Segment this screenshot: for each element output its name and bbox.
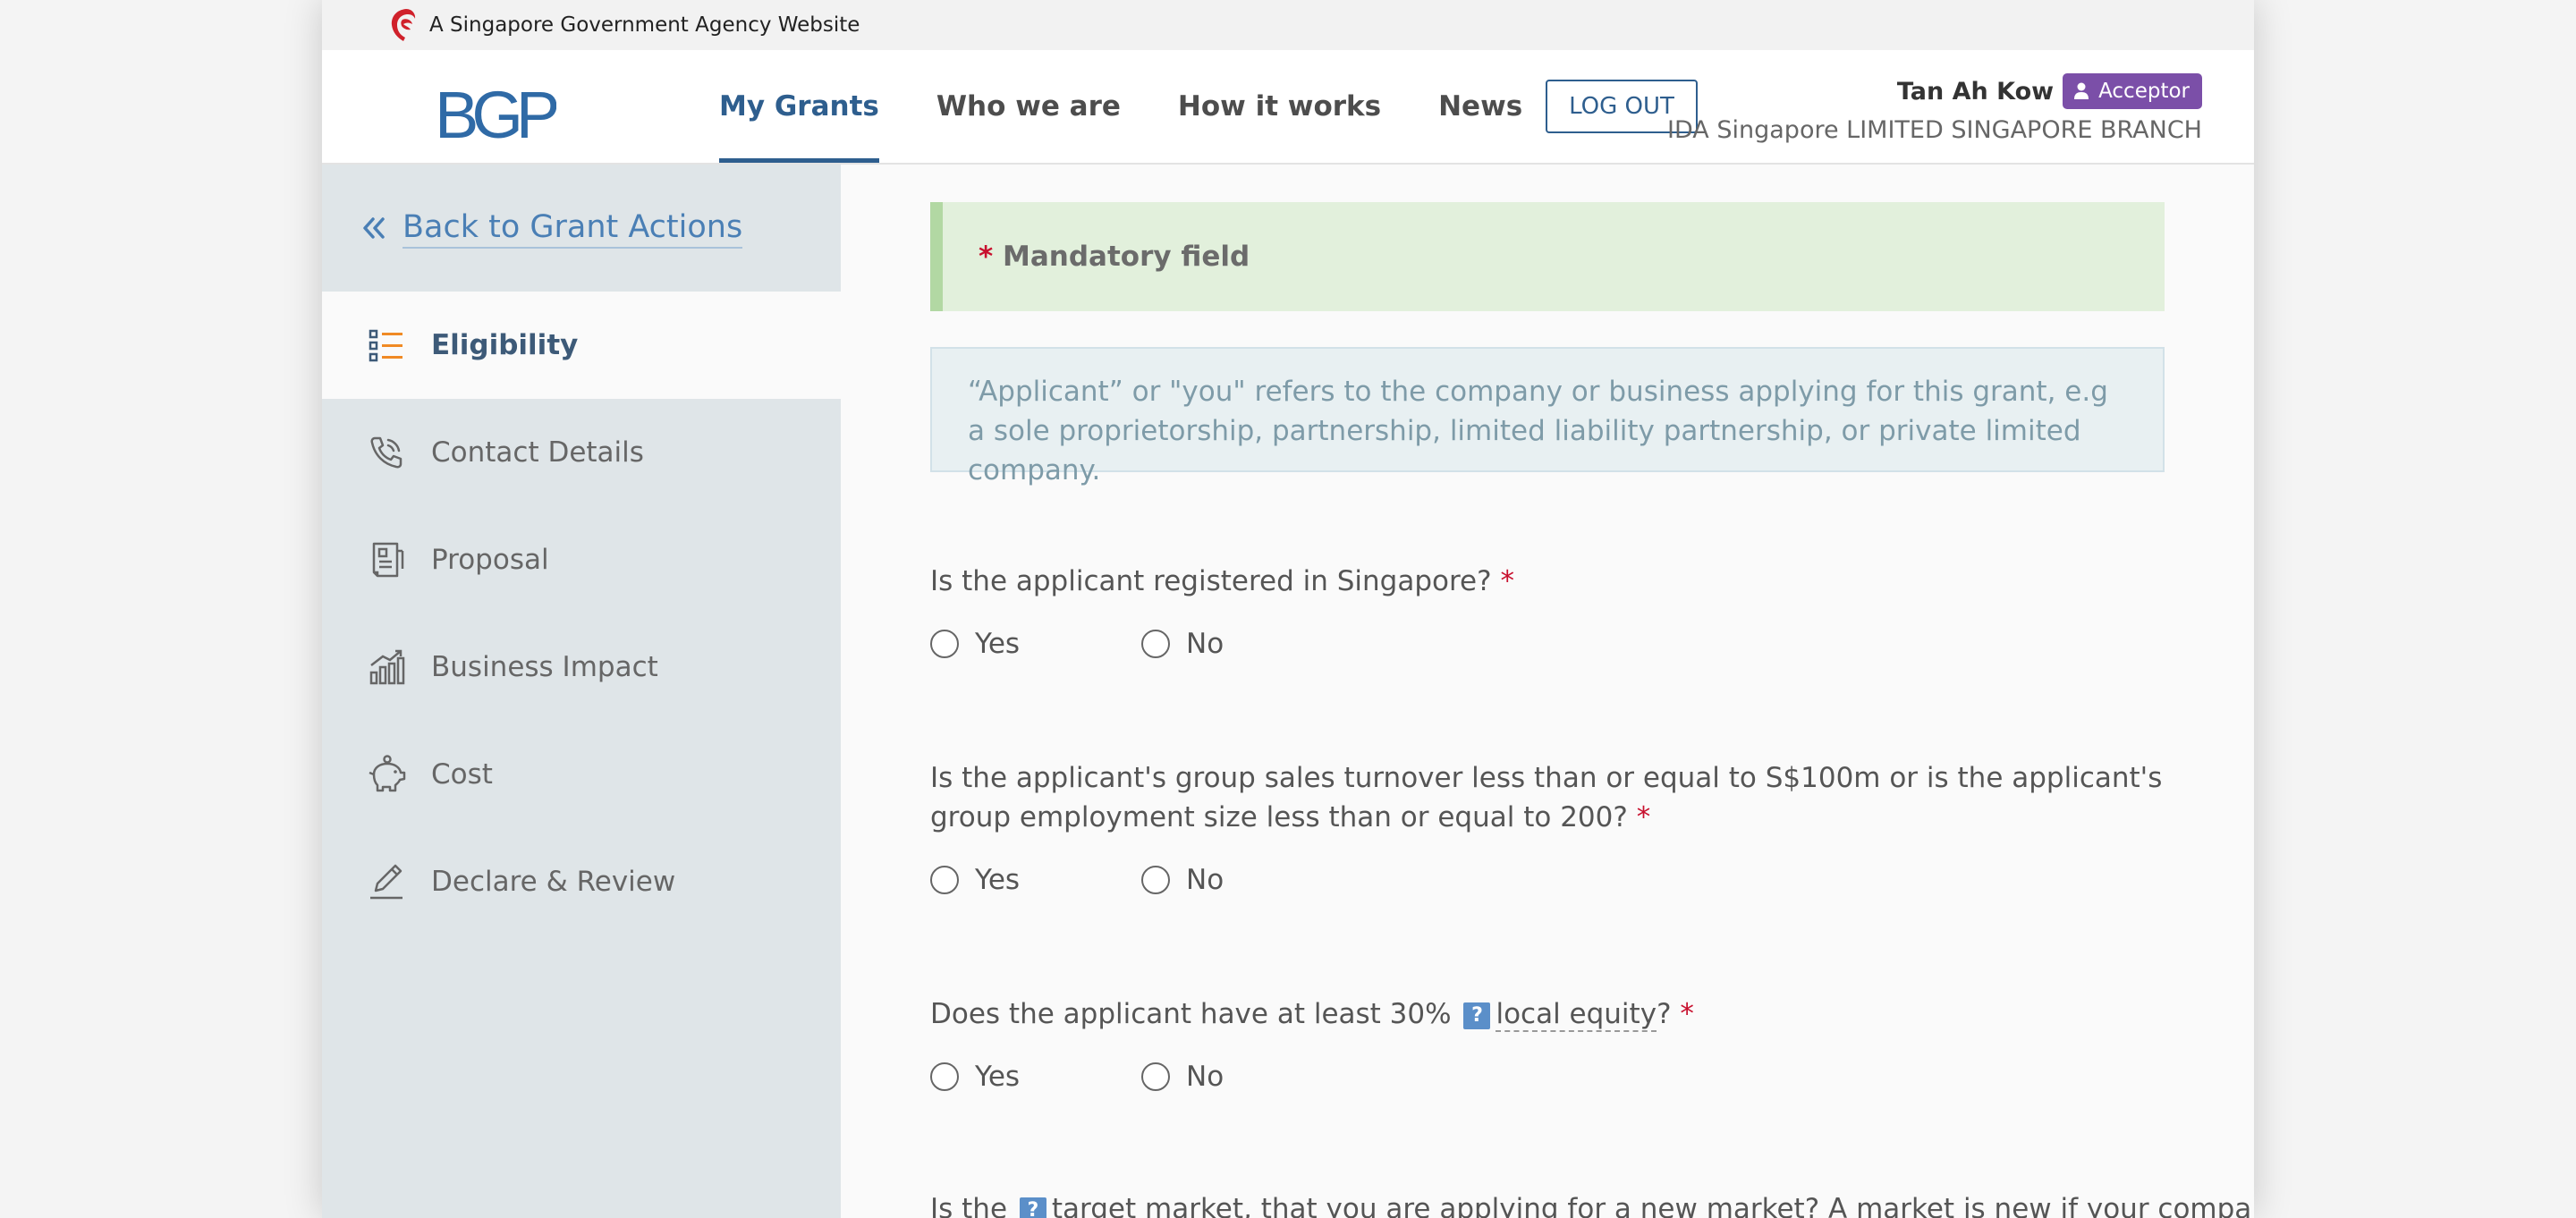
radio-yes[interactable]: Yes — [930, 628, 1141, 660]
double-chevron-left-icon — [363, 217, 385, 239]
question-label: Is the — [930, 1193, 1008, 1218]
radio-circle[interactable] — [930, 1062, 959, 1091]
masthead-text: A Singapore Government Agency Website — [429, 13, 860, 37]
user-name: Tan Ah Kow — [1896, 77, 2055, 106]
question-registered-in-singapore: Is the applicant registered in Singapore… — [930, 562, 2165, 660]
radio-yes[interactable]: Yes — [930, 1061, 1141, 1093]
radio-label: No — [1186, 628, 1224, 660]
radio-label: No — [1186, 864, 1224, 896]
nav-news[interactable]: News — [1438, 50, 1522, 163]
question-text: Is the applicant's group sales turnover … — [930, 758, 2165, 837]
user-info: Tan Ah Kow Acceptor IDA Singapore LIMITE… — [1667, 73, 2202, 144]
radio-label: Yes — [975, 1061, 1021, 1093]
role-badge: Acceptor — [2063, 73, 2202, 109]
back-label: Back to Grant Actions — [402, 207, 743, 249]
sidebar-item-proposal[interactable]: Proposal — [322, 506, 841, 613]
help-icon[interactable]: ? — [1463, 1002, 1491, 1029]
pen-icon — [370, 864, 402, 900]
radio-group: Yes No — [930, 1061, 2165, 1093]
company-name: IDA Singapore LIMITED SINGAPORE BRANCH — [1667, 116, 2202, 144]
phone-icon — [370, 436, 402, 469]
required-asterisk: * — [979, 241, 994, 273]
mandatory-field-notice: * Mandatory field — [930, 202, 2165, 311]
sidebar-item-label: Eligibility — [431, 329, 579, 361]
radio-no[interactable]: No — [1141, 628, 1352, 660]
lion-head-icon — [391, 9, 416, 41]
sidebar-item-label: Contact Details — [431, 436, 644, 469]
question-text: Does the applicant have at least 30% ? lo… — [930, 994, 2165, 1034]
question-label: Is the applicant registered in Singapore… — [930, 565, 1492, 597]
sidebar-item-label: Business Impact — [431, 651, 658, 683]
radio-group: Yes No — [930, 628, 2165, 660]
question-text: Is the ? target market, that you are appl… — [930, 1189, 2254, 1218]
radio-label: No — [1186, 1061, 1224, 1093]
question-label: Does the applicant have at least 30% — [930, 998, 1452, 1030]
page-frame: A Singapore Government Agency Website BG… — [322, 0, 2254, 1218]
sidebar-item-declare-review[interactable]: Declare & Review — [322, 828, 841, 935]
question-new-target-market: Is the ? target market, that you are appl… — [930, 1189, 2254, 1218]
document-icon — [372, 542, 404, 578]
list-icon — [369, 329, 402, 362]
radio-no[interactable]: No — [1141, 1061, 1352, 1093]
applicant-definition-note: “Applicant” or "you" refers to the compa… — [930, 347, 2165, 486]
sidebar-item-eligibility[interactable]: Eligibility — [322, 292, 841, 399]
required-asterisk: * — [1636, 801, 1651, 833]
piggy-bank-icon — [369, 755, 406, 792]
user-icon — [2074, 82, 2089, 99]
radio-label: Yes — [975, 628, 1021, 660]
question-suffix: ? — [1657, 998, 1672, 1030]
sidebar-item-business-impact[interactable]: Business Impact — [322, 613, 841, 721]
question-sales-turnover: Is the applicant's group sales turnover … — [930, 758, 2165, 896]
local-equity-term[interactable]: local equity — [1496, 998, 1657, 1032]
gov-masthead: A Singapore Government Agency Website — [322, 0, 2254, 50]
question-text: Is the applicant registered in Singapore… — [930, 562, 2165, 601]
mandatory-text: Mandatory field — [1003, 241, 1250, 273]
sidebar-item-contact-details[interactable]: Contact Details — [322, 399, 841, 506]
bgp-logo-text: BGP — [435, 84, 556, 143]
radio-no[interactable]: No — [1141, 864, 1352, 896]
site-header: BGP My Grants Who we are How it works Ne… — [322, 50, 2254, 165]
back-to-grant-actions-link[interactable]: Back to Grant Actions — [361, 207, 743, 249]
nav-who-we-are[interactable]: Who we are — [936, 50, 1121, 163]
sidebar-item-label: Cost — [431, 758, 493, 791]
radio-yes[interactable]: Yes — [930, 864, 1141, 896]
required-asterisk: * — [1680, 998, 1694, 1030]
sidebar: Back to Grant Actions Eligibility Contac… — [322, 165, 841, 1218]
radio-group: Yes No — [930, 864, 2165, 896]
sidebar-item-label: Proposal — [431, 544, 549, 576]
radio-circle[interactable] — [1141, 630, 1170, 658]
nav-my-grants[interactable]: My Grants — [719, 50, 879, 163]
radio-circle[interactable] — [930, 630, 959, 658]
help-icon[interactable]: ? — [1019, 1197, 1046, 1218]
radio-circle[interactable] — [1141, 1062, 1170, 1091]
sidebar-item-label: Declare & Review — [431, 866, 676, 898]
radio-circle[interactable] — [930, 866, 959, 894]
radio-label: Yes — [975, 864, 1021, 896]
eligibility-form: * Mandatory field “Applicant” or "you" r… — [841, 165, 2254, 1218]
question-suffix: target market, that you are applying for… — [1051, 1193, 2254, 1218]
sidebar-item-cost[interactable]: Cost — [322, 721, 841, 828]
bgp-logo[interactable]: BGP — [435, 84, 556, 143]
nav-how-it-works[interactable]: How it works — [1178, 50, 1381, 163]
radio-circle[interactable] — [1141, 866, 1170, 894]
question-local-equity: Does the applicant have at least 30% ? lo… — [930, 994, 2165, 1093]
growth-chart-icon — [369, 649, 405, 685]
required-asterisk: * — [1500, 565, 1514, 597]
question-label: Is the applicant's group sales turnover … — [930, 762, 2163, 833]
sidebar-menu: Eligibility Contact Details Proposal Bus… — [322, 292, 841, 935]
role-label: Acceptor — [2098, 80, 2190, 103]
